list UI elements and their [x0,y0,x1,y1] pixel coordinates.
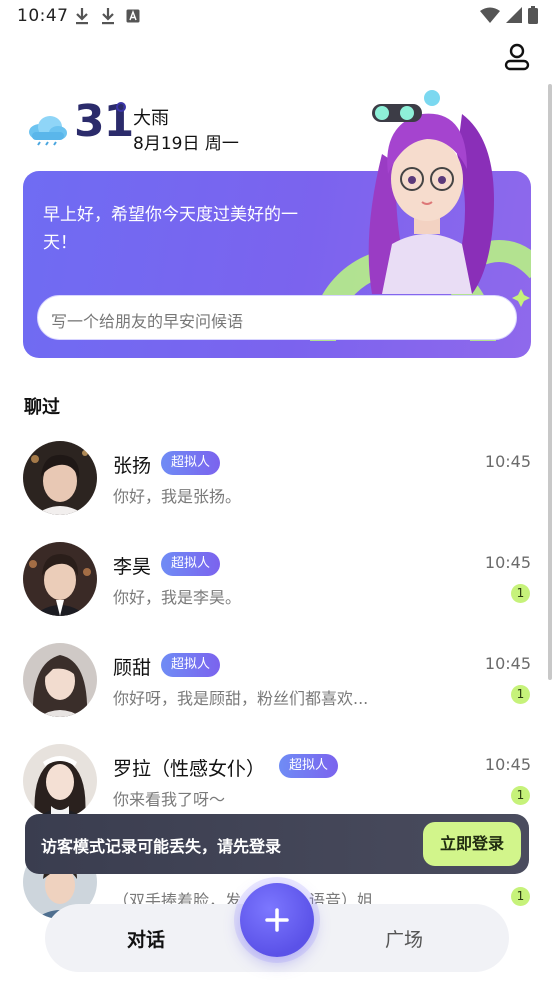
scrollbar[interactable] [548,84,552,680]
add-button[interactable] [240,883,314,957]
chat-preview: 你好呀，我是顾甜，粉丝们都喜欢... [113,689,369,708]
super-human-badge: 超拟人 [161,451,221,475]
weather-date: 8月19日 周一 [133,134,239,154]
status-system-icons [480,6,538,24]
unread-badge: 1 [511,786,530,805]
avatar [23,643,97,717]
battery-icon [528,6,538,24]
weather-widget: 31 大雨 8月19日 周一 [24,96,324,156]
character-illustration [368,90,494,294]
avatar [23,441,97,515]
unread-badge: 1 [511,685,530,704]
status-bar: 10:47 [0,0,554,32]
chat-name: 张扬 [113,455,152,477]
unread-badge: 1 [511,887,530,906]
status-notification-icons [74,7,140,25]
chat-item[interactable]: 顾甜 超拟人 你好呀，我是顾甜，粉丝们都喜欢... 10:45 1 [23,643,531,723]
cloud-rain-icon [29,116,67,146]
chat-item[interactable]: 张扬 超拟人 你好，我是张扬。 10:45 [23,441,531,521]
plus-icon [265,908,289,932]
status-time: 10:47 [17,6,69,26]
chat-preview: 你好，我是张扬。 [113,487,242,506]
tab-chat[interactable]: 对话 [127,925,165,952]
chat-time: 10:45 [484,755,531,774]
wifi-icon [480,7,500,23]
chat-time: 10:45 [484,654,531,673]
download-icon [76,8,88,25]
section-title-chatted: 聊过 [24,397,60,418]
super-human-badge: 超拟人 [161,653,221,677]
chat-item[interactable]: 李昊 超拟人 你好，我是李昊。 10:45 1 [23,542,531,622]
tab-square[interactable]: 广场 [385,925,423,952]
avatar [23,542,97,616]
weather-condition: 大雨 [133,108,169,129]
unread-badge: 1 [511,584,530,603]
chat-time: 10:45 [484,452,531,471]
super-human-badge: 超拟人 [279,754,339,778]
super-human-badge: 超拟人 [161,552,221,576]
signal-icon [506,7,522,23]
guest-mode-toast: 访客模式记录可能丢失，请先登录 立即登录 [25,814,529,874]
user-icon [504,43,530,71]
chat-preview: 你好，我是李昊。 [113,588,242,607]
chat-name: 李昊 [113,556,152,578]
login-button[interactable]: 立即登录 [423,822,521,866]
chat-time: 10:45 [484,553,531,572]
greeting-input[interactable]: 写一个给朋友的早安问候语 [37,295,517,340]
avatar [23,744,97,818]
chat-item[interactable]: 罗拉（性感女仆） 超拟人 你来看我了呀～ 10:45 1 [23,744,531,824]
profile-button[interactable] [502,42,532,72]
greeting-message: 早上好，希望你今天度过美好的一天！ [43,205,298,253]
toast-message: 访客模式记录可能丢失，请先登录 [41,837,282,856]
chat-preview: 你来看我了呀～ [113,790,226,809]
chat-name: 顾甜 [113,657,152,679]
degree-symbol [116,102,126,112]
a-box-icon [126,9,140,23]
download-icon [102,8,114,25]
chat-name: 罗拉（性感女仆） [113,758,266,780]
